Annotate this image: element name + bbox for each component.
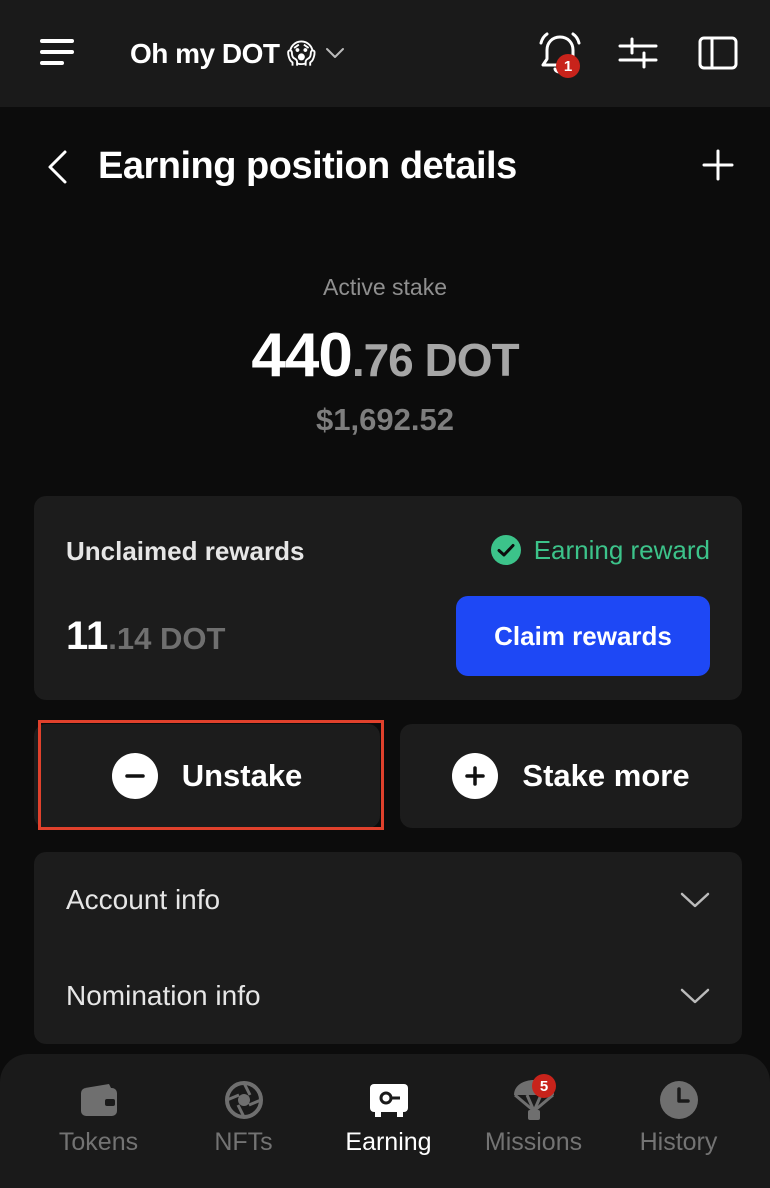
safe-icon (367, 1078, 411, 1122)
nav-tokens-label: Tokens (58, 1128, 139, 1156)
back-button[interactable] (32, 142, 82, 192)
unstake-label: Unstake (181, 758, 303, 793)
chevron-down-icon (326, 48, 345, 58)
nav-missions-label: Missions (484, 1128, 583, 1156)
nav-nfts[interactable]: NFTs (171, 1054, 316, 1188)
page-header: Earning position details (0, 120, 770, 210)
unstake-button[interactable]: Unstake (34, 724, 380, 828)
sidebar-panel-icon (698, 36, 738, 70)
nav-history[interactable]: History (606, 1054, 751, 1188)
earning-status-text: Earning reward (533, 534, 710, 565)
nav-earning[interactable]: Earning (316, 1054, 461, 1188)
nav-nfts-label: NFTs (214, 1128, 273, 1156)
nav-earning-label: Earning (345, 1128, 432, 1156)
unclaimed-rewards-card: Unclaimed rewards Earning reward 11.14 D… (34, 496, 742, 700)
plus-icon (702, 149, 734, 181)
nav-missions[interactable]: Missions (461, 1054, 606, 1188)
active-stake-label: Active stake (323, 274, 447, 300)
stake-amount-integer: 440 (251, 321, 352, 390)
rewards-amount-decimal: .14 DOT (108, 621, 226, 656)
account-name: Oh my DOT 😱 (130, 37, 316, 69)
plus-circle-icon (452, 753, 499, 799)
account-selector[interactable]: Oh my DOT 😱 (130, 30, 345, 76)
aperture-icon (222, 1078, 266, 1122)
rewards-amount-integer: 11 (66, 614, 109, 658)
settings-sliders-button[interactable] (612, 30, 664, 76)
menu-icon (40, 39, 74, 65)
unclaimed-rewards-label: Unclaimed rewards (66, 536, 305, 566)
minus-circle-icon (111, 753, 158, 799)
info-card: Account info Nomination info (34, 852, 742, 1044)
stake-more-label: Stake more (522, 758, 690, 793)
earning-status: Earning reward (490, 534, 710, 566)
stake-more-button[interactable]: Stake more (400, 724, 742, 828)
missions-badge: 5 (532, 1074, 556, 1098)
account-info-label: Account info (66, 884, 221, 915)
nav-history-label: History (639, 1128, 718, 1156)
page-title: Earning position details (98, 145, 517, 187)
clock-icon (657, 1078, 701, 1122)
back-icon (48, 150, 67, 184)
check-circle-icon (490, 535, 521, 565)
claim-rewards-button[interactable]: Claim rewards (456, 596, 710, 676)
nomination-info-row[interactable]: Nomination info (34, 948, 742, 1044)
unclaimed-rewards-amount: 11.14 DOT (66, 614, 225, 659)
sidebar-panel-button[interactable] (692, 30, 744, 76)
nav-tokens[interactable]: Tokens (26, 1054, 171, 1188)
wallet-icon (77, 1078, 121, 1122)
top-bar: Oh my DOT 😱 1 (0, 0, 770, 107)
account-info-row[interactable]: Account info (34, 852, 742, 948)
bottom-nav: Tokens NFTs Earning Missions History (0, 1054, 770, 1188)
nomination-info-label: Nomination info (66, 980, 261, 1011)
chevron-down-icon (680, 892, 710, 908)
notification-badge: 1 (556, 54, 580, 78)
chevron-down-icon (680, 988, 710, 1004)
stake-usd-value: $1,692.52 (316, 402, 454, 437)
menu-button[interactable] (32, 28, 84, 76)
active-stake-amount: 440.76 DOT (0, 320, 770, 408)
add-button[interactable] (692, 140, 744, 190)
stake-amount-decimal: .76 DOT (351, 334, 520, 386)
sliders-icon (618, 37, 658, 69)
